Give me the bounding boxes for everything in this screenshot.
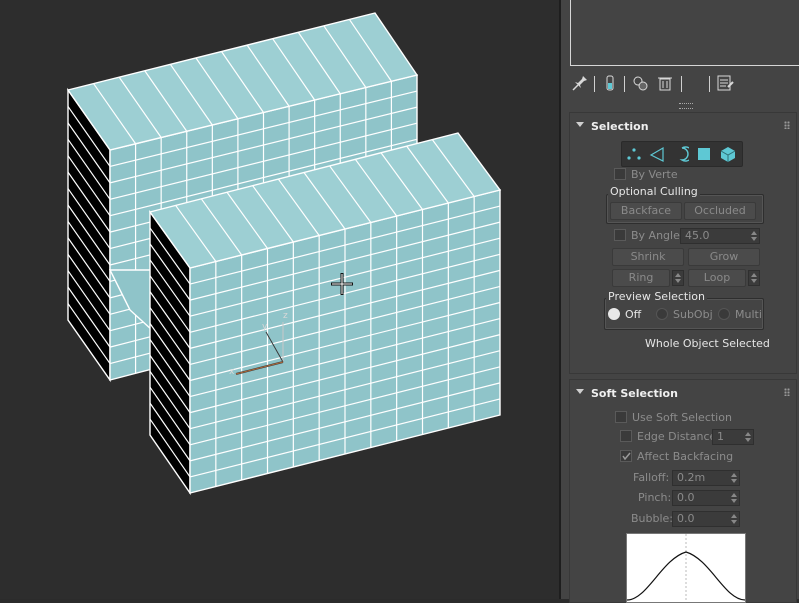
use-soft-selection-checkbox[interactable] [615, 411, 627, 423]
use-soft-selection-label: Use Soft Selection [632, 411, 732, 424]
collapse-arrow-icon[interactable] [576, 389, 584, 394]
selection-title[interactable]: Selection [591, 120, 649, 133]
make-unique-icon[interactable] [629, 72, 651, 94]
by-angle-value: 45.0 [685, 229, 710, 242]
soft-selection-rollout: Soft Selection Use Soft Selection Edge D… [569, 379, 797, 603]
pinch-spinner[interactable]: 0.0 [672, 490, 740, 506]
modifier-toolbar [569, 72, 797, 98]
by-vertex-label: By Vertex [631, 168, 677, 181]
by-vertex-checkbox[interactable] [614, 168, 626, 180]
shrink-button[interactable]: Shrink [612, 248, 684, 266]
preview-off-radio[interactable] [608, 308, 620, 320]
axis-label-y: y [262, 322, 268, 332]
spinner-arrows-icon[interactable] [731, 472, 737, 484]
pinch-value: 0.0 [677, 491, 695, 504]
polygon-icon[interactable] [693, 143, 715, 165]
panel-grip[interactable] [679, 103, 693, 109]
preview-multi-radio[interactable] [718, 308, 730, 320]
edge-distance-value: 1 [717, 430, 724, 443]
loop-button[interactable]: Loop [688, 269, 746, 287]
spinner-arrows-icon[interactable] [745, 431, 751, 443]
remove-modifier-icon[interactable] [654, 72, 676, 94]
configure-modifier-sets-icon[interactable] [714, 72, 736, 94]
affect-backfacing-label: Affect Backfacing [637, 450, 734, 463]
pin-stack-icon[interactable] [569, 72, 591, 94]
falloff-spinner[interactable]: 0.2m [672, 470, 740, 486]
ring-spinner[interactable] [672, 270, 684, 286]
command-panel: Selection By Vertex Optional Culling Bac… [559, 0, 799, 603]
bubble-value: 0.0 [677, 512, 695, 525]
selection-status-text: Whole Object Selected [645, 337, 770, 350]
ring-button[interactable]: Ring [612, 269, 670, 287]
falloff-label: Falloff: [633, 471, 670, 484]
by-angle-spinner[interactable]: 45.0 [680, 228, 760, 244]
edge-icon[interactable] [646, 143, 668, 165]
element-icon[interactable] [717, 143, 739, 165]
modifier-stack-list[interactable] [570, 0, 799, 66]
soft-selection-title[interactable]: Soft Selection [591, 387, 678, 400]
falloff-curve-graph [626, 533, 746, 603]
loop-spinner[interactable] [748, 270, 760, 286]
checkmark-icon [622, 452, 631, 461]
spinner-arrows-icon[interactable] [751, 230, 757, 242]
spinner-arrows-icon[interactable] [731, 492, 737, 504]
preview-subobj-label: SubObj [673, 308, 713, 321]
by-angle-label: By Angle: [631, 229, 684, 242]
spinner-arrows-icon[interactable] [731, 513, 737, 525]
selection-rollout: Selection By Vertex Optional Culling Bac… [569, 112, 797, 374]
rollout-grip-icon[interactable] [784, 388, 790, 396]
preview-off-label: Off [625, 308, 642, 321]
optional-culling-title: Optional Culling [608, 185, 700, 198]
edge-distance-label: Edge Distance: [637, 430, 720, 443]
preview-selection-title: Preview Selection [606, 290, 708, 303]
viewport[interactable]: z y x [0, 0, 559, 599]
spinner-arrows-icon[interactable] [751, 272, 757, 284]
border-icon[interactable] [669, 143, 691, 165]
axis-label-z: z [283, 311, 288, 321]
falloff-value: 0.2m [677, 471, 706, 484]
preview-subobj-radio[interactable] [656, 308, 668, 320]
preview-multi-label: Multi [735, 308, 762, 321]
collapse-arrow-icon[interactable] [576, 122, 584, 127]
occluded-button[interactable]: Occluded [684, 202, 756, 220]
edge-distance-spinner[interactable]: 1 [712, 429, 754, 445]
axis-label-x: x [229, 367, 235, 377]
affect-backfacing-checkbox[interactable] [620, 450, 632, 462]
rollout-grip-icon[interactable] [784, 121, 790, 129]
subobject-level-bar [621, 141, 743, 167]
edge-distance-checkbox[interactable] [620, 430, 632, 442]
vertex-icon[interactable] [623, 143, 645, 165]
spinner-arrows-icon[interactable] [675, 272, 681, 284]
move-cursor-icon [331, 273, 353, 295]
backface-button[interactable]: Backface [610, 202, 682, 220]
mesh-object[interactable] [0, 0, 559, 599]
by-angle-checkbox[interactable] [614, 229, 626, 241]
show-end-result-icon[interactable] [599, 72, 621, 94]
pinch-label: Pinch: [638, 491, 672, 504]
bubble-label: Bubble: [631, 512, 674, 525]
grow-button[interactable]: Grow [688, 248, 760, 266]
bubble-spinner[interactable]: 0.0 [672, 511, 740, 527]
